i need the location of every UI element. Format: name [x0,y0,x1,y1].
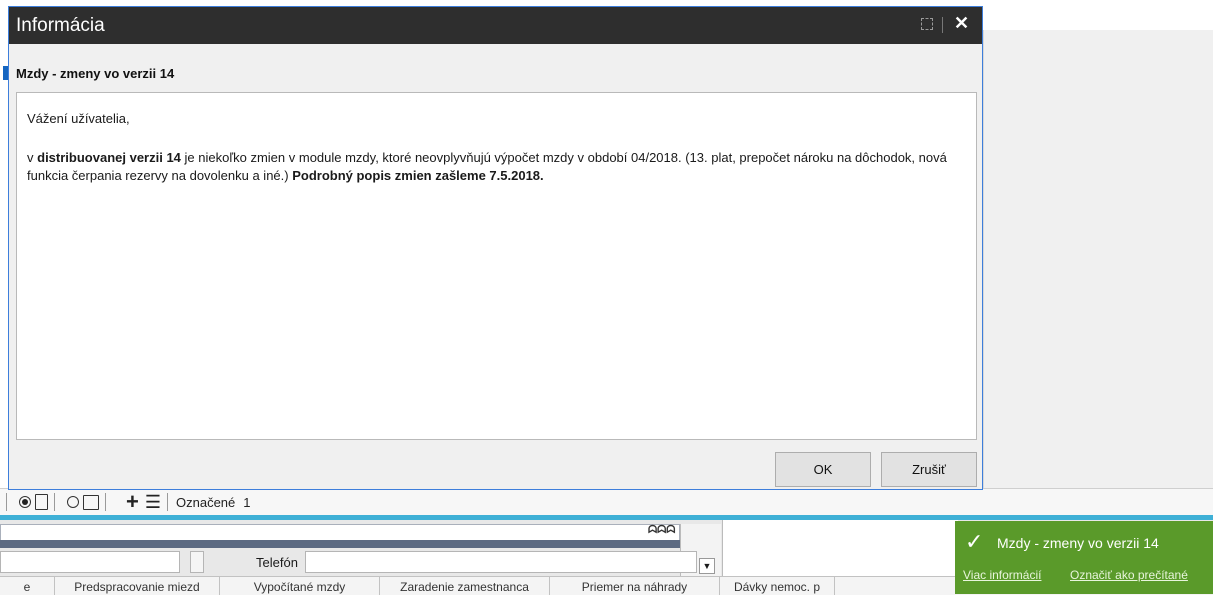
background-workspace [983,30,1213,488]
tab-priemer[interactable]: Priemer na náhrady [550,577,720,595]
information-dialog: Informácia ✕ Mzdy - zmeny vo verzii 14 V… [8,6,983,490]
notification-title: Mzdy - zmeny vo verzii 14 [997,535,1159,551]
background-edge-glyph [0,20,8,34]
record-toolbar: + ☰ Označené 1 [0,488,1213,516]
radio-document-view[interactable] [19,496,31,508]
note-icon [83,494,99,510]
document-icon [35,494,48,510]
toolbar-separator [54,493,55,511]
titlebar-divider [942,17,943,33]
phone-input[interactable] [305,551,697,573]
panel-header-bar [0,540,680,548]
marked-count: 1 [243,494,251,510]
tab-davky[interactable]: Dávky nemoc. p [720,577,835,595]
detail-field[interactable] [0,551,180,573]
scroll-down-icon[interactable]: ▼ [699,558,715,574]
toolbar-separator [167,493,168,511]
dialog-title: Informácia [16,15,105,36]
detail-panel-right [722,520,958,576]
notification-toast: ✓ Mzdy - zmeny vo verzii 14 Viac informá… [955,521,1213,594]
tab-predspracovanie[interactable]: Predspracovanie miezd [55,577,220,595]
marked-label: Označené [176,494,236,510]
close-icon[interactable]: ✕ [954,13,969,34]
tab-partial[interactable]: e [0,577,55,595]
cancel-button[interactable]: Zrušiť [881,452,977,487]
message-body: Vážení užívatelia, v distribuovanej verz… [16,92,977,440]
toolbar-separator [105,493,106,511]
radio-note-view[interactable] [67,496,79,508]
tab-vypocitane-mzdy[interactable]: Vypočítané mzdy [220,577,380,595]
message-paragraph: v distribuovanej verzii 14 je niekoľko z… [27,150,947,183]
detail-field-small[interactable] [190,551,204,573]
toolbar-separator [6,493,7,511]
maximize-icon[interactable] [921,18,933,30]
ok-button[interactable]: OK [775,452,871,487]
message-greeting: Vážení užívatelia, [27,111,130,126]
add-record-button[interactable]: + [126,491,139,513]
list-menu-button[interactable]: ☰ [145,493,161,511]
phone-label: Telefón [256,555,298,570]
more-info-link[interactable]: Viac informácií [963,568,1041,582]
hierarchy-icon[interactable]: ᗣᗣᗣ [648,524,675,537]
mark-read-link[interactable]: Označiť ako prečítané [1070,568,1188,582]
check-icon: ✓ [965,529,984,554]
dialog-titlebar[interactable]: Informácia ✕ [9,7,982,44]
message-subject: Mzdy - zmeny vo verzii 14 [16,66,175,81]
tab-zaradenie[interactable]: Zaradenie zamestnanca [380,577,550,595]
